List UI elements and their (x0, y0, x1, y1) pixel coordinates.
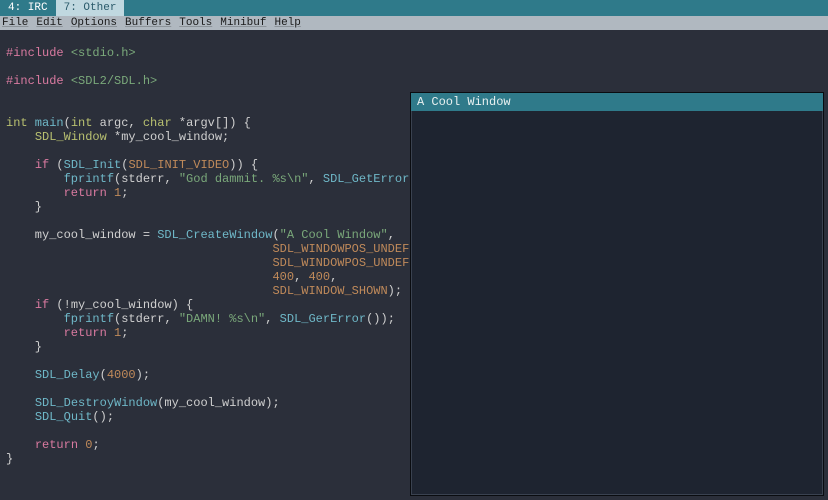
code-token: ( (100, 368, 107, 382)
code-token: ()); (366, 312, 395, 326)
code-token: main (28, 116, 64, 130)
code-token: 400 (272, 270, 294, 284)
code-token: *argv[]) { (172, 116, 251, 130)
code-token: SDL_CreateWindow (157, 228, 272, 242)
code-token: )) { (229, 158, 258, 172)
menu-minibuf[interactable]: Minibuf (220, 17, 266, 29)
code-token (6, 130, 35, 144)
code-token: ); (388, 284, 402, 298)
code-token (6, 158, 35, 172)
code-token: ; (121, 326, 128, 340)
code-token: SDL_Window (35, 130, 107, 144)
sdl-window-body (411, 111, 823, 495)
code-token: <SDL2/SDL.h> (71, 74, 157, 88)
code-token (6, 256, 272, 270)
code-token: return (35, 438, 78, 452)
code-token: , (294, 270, 308, 284)
code-token: SDL_Delay (35, 368, 100, 382)
code-token (6, 312, 64, 326)
code-token: *my_cool_window; (107, 130, 229, 144)
sdl-window-title: A Cool Window (417, 95, 511, 109)
code-token (6, 270, 272, 284)
code-token: return (64, 186, 107, 200)
code-token: ); (136, 368, 150, 382)
code-token: SDL_INIT_VIDEO (128, 158, 229, 172)
code-token: } (6, 340, 42, 354)
code-token: (!my_cool_window) { (49, 298, 193, 312)
code-token: , (388, 228, 395, 242)
code-token: "God dammit. %s\n" (179, 172, 309, 186)
code-token: } (6, 200, 42, 214)
menu-file[interactable]: File (2, 17, 28, 29)
menu-edit[interactable]: Edit (36, 17, 62, 29)
code-token: fprintf (64, 172, 114, 186)
code-token: SDL_Quit (35, 410, 93, 424)
code-token (6, 284, 272, 298)
code-token: fprintf (64, 312, 114, 326)
code-token (6, 172, 64, 186)
code-token: } (6, 452, 13, 466)
code-token: 400 (308, 270, 330, 284)
code-token (6, 298, 35, 312)
code-token (6, 368, 35, 382)
code-token: SDL_GerError (280, 312, 366, 326)
code-token: "DAMN! %s\n" (179, 312, 265, 326)
code-token: "A Cool Window" (280, 228, 388, 242)
code-token: SDL_WINDOW_SHOWN (272, 284, 387, 298)
taskbar: 4: IRC 7: Other (0, 0, 828, 16)
menu-buffers[interactable]: Buffers (125, 17, 171, 29)
code-token (6, 242, 272, 256)
code-token: <stdio.h> (71, 46, 136, 60)
code-token: (); (92, 410, 114, 424)
code-token: (stderr, (114, 172, 179, 186)
code-token: return (64, 326, 107, 340)
code-token: if (35, 298, 49, 312)
code-token: (my_cool_window); (157, 396, 279, 410)
sdl-window-titlebar[interactable]: A Cool Window (411, 93, 823, 111)
code-token (6, 410, 35, 424)
code-token: , (330, 270, 337, 284)
code-token: SDL_DestroyWindow (35, 396, 157, 410)
code-token: SDL_GetError (323, 172, 409, 186)
code-token (6, 438, 35, 452)
menu-help[interactable]: Help (274, 17, 300, 29)
code-token (6, 186, 64, 200)
code-token: int (6, 116, 28, 130)
code-token: ( (272, 228, 279, 242)
menu-options[interactable]: Options (71, 17, 117, 29)
code-token: ( (64, 116, 71, 130)
code-token (6, 396, 35, 410)
sdl-output-window[interactable]: A Cool Window (410, 92, 824, 496)
code-token (6, 326, 64, 340)
code-token: #include (6, 46, 71, 60)
taskbar-item-other[interactable]: 7: Other (56, 0, 125, 16)
menubar: File Edit Options Buffers Tools Minibuf … (0, 16, 828, 30)
code-token: SDL_Init (64, 158, 122, 172)
code-token: 4000 (107, 368, 136, 382)
taskbar-item-irc[interactable]: 4: IRC (0, 0, 56, 16)
code-token (107, 186, 114, 200)
menu-tools[interactable]: Tools (179, 17, 212, 29)
code-token: char (143, 116, 172, 130)
code-token: #include (6, 74, 71, 88)
code-token: if (35, 158, 49, 172)
code-token: int (71, 116, 93, 130)
code-token: , (308, 172, 322, 186)
code-token: ( (49, 158, 63, 172)
code-token: , (265, 312, 279, 326)
code-token: ; (92, 438, 99, 452)
code-token: my_cool_window = (6, 228, 157, 242)
code-token: argc, (92, 116, 142, 130)
code-token: (stderr, (114, 312, 179, 326)
code-token: ; (121, 186, 128, 200)
code-token (107, 326, 114, 340)
